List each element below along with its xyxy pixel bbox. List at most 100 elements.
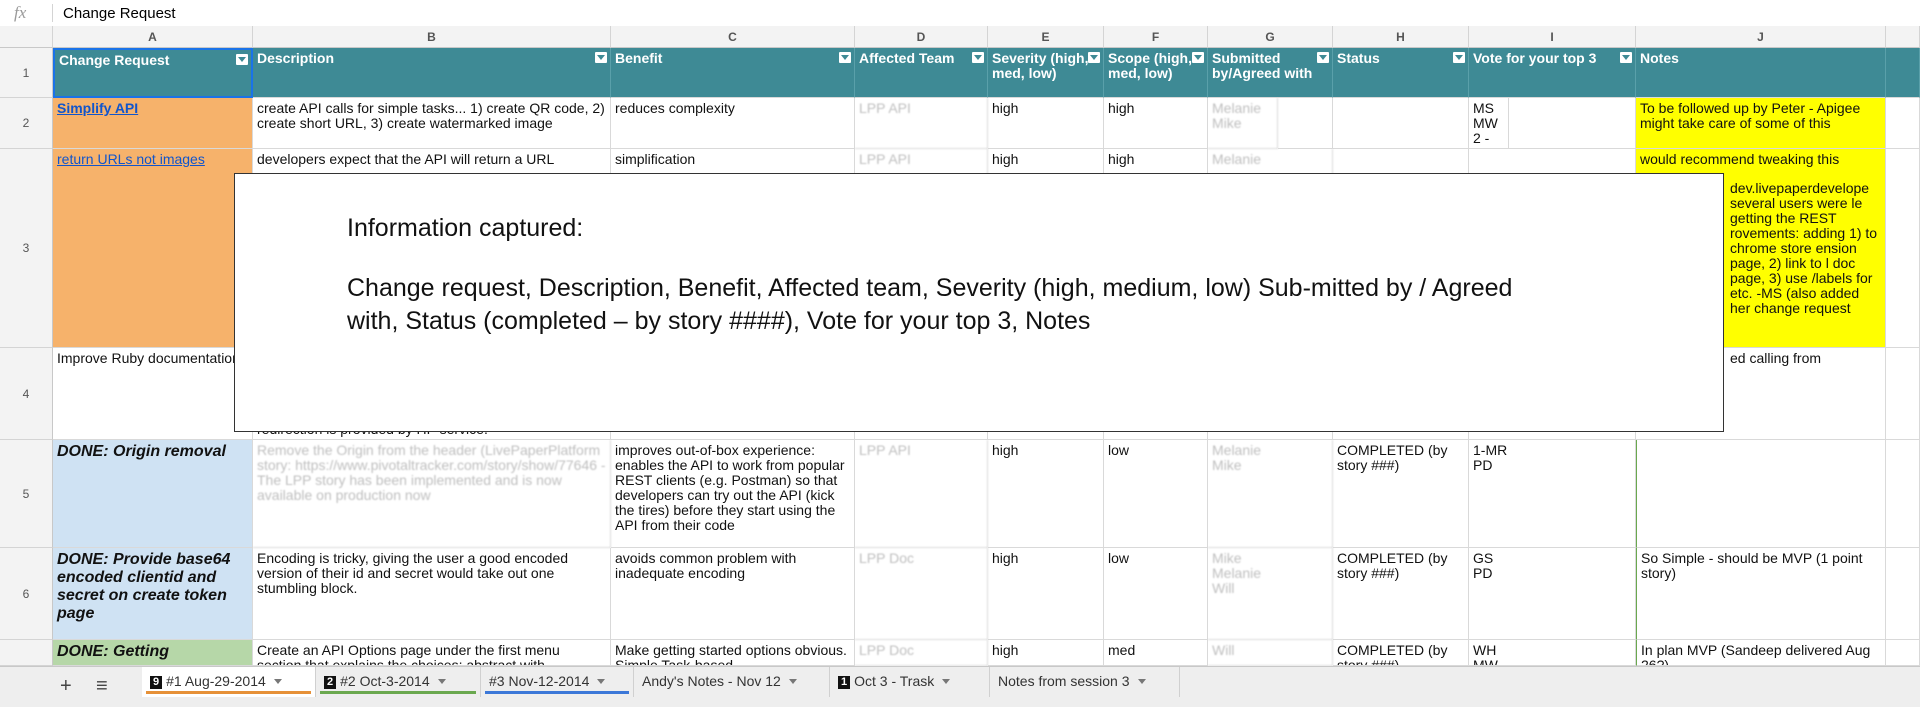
chevron-down-icon[interactable] xyxy=(273,679,282,684)
header-status[interactable]: Status xyxy=(1333,48,1469,98)
cell-j6[interactable]: So Simple - should be MVP (1 point story… xyxy=(1636,548,1886,640)
cell-g5[interactable]: Melanie Mike xyxy=(1208,440,1333,548)
header-change-request[interactable]: Change Request xyxy=(53,48,253,98)
cell-d7[interactable]: LPP Doc xyxy=(855,640,988,666)
row-number-5[interactable]: 5 xyxy=(0,440,53,548)
sheet-tab-6[interactable]: Notes from session 3 xyxy=(990,667,1180,697)
cell-c2[interactable]: reduces complexity xyxy=(611,98,855,149)
header-severity[interactable]: Severity (high, med, low) xyxy=(988,48,1104,98)
column-header-g[interactable]: G xyxy=(1208,26,1333,48)
filter-dropdown-icon[interactable] xyxy=(1192,52,1204,63)
cell-a5[interactable]: DONE: Origin removal xyxy=(53,440,253,548)
cell-g6[interactable]: Mike Melanie Will xyxy=(1208,548,1333,640)
cell-d6[interactable]: LPP Doc xyxy=(855,548,988,640)
filter-dropdown-icon[interactable] xyxy=(972,52,984,63)
row-number-7[interactable] xyxy=(0,640,53,666)
filter-dropdown-icon[interactable] xyxy=(1620,52,1632,63)
cell-a6[interactable]: DONE: Provide base64 encoded clientid an… xyxy=(53,548,253,640)
row-number-6[interactable]: 6 xyxy=(0,548,53,640)
cell-k7[interactable] xyxy=(1886,640,1920,666)
cell-i6[interactable]: GS PD xyxy=(1469,548,1636,640)
header-benefit[interactable]: Benefit xyxy=(611,48,855,98)
cell-f6[interactable]: low xyxy=(1104,548,1208,640)
cell-h7[interactable]: COMPLETED (by story ###) xyxy=(1333,640,1469,666)
add-sheet-button[interactable]: + xyxy=(60,675,72,698)
cell-e7[interactable]: high xyxy=(988,640,1104,666)
header-scope[interactable]: Scope (high, med, low) xyxy=(1104,48,1208,98)
cell-g7[interactable]: Will xyxy=(1208,640,1333,666)
formula-value[interactable]: Change Request xyxy=(63,5,176,22)
column-header-k[interactable] xyxy=(1886,26,1920,48)
cell-k5[interactable] xyxy=(1886,440,1920,548)
column-header-j[interactable]: J xyxy=(1636,26,1886,48)
change-request-link[interactable]: return URLs not images xyxy=(57,151,205,167)
cell-f2[interactable]: high xyxy=(1104,98,1208,149)
cell-f5[interactable]: low xyxy=(1104,440,1208,548)
header-submitted[interactable]: Submitted by/Agreed with xyxy=(1208,48,1333,98)
header-empty[interactable] xyxy=(1886,48,1920,98)
cell-k3[interactable] xyxy=(1886,149,1920,348)
cell-b6[interactable]: Encoding is tricky, giving the user a go… xyxy=(253,548,611,640)
column-header-d[interactable]: D xyxy=(855,26,988,48)
column-header-f[interactable]: F xyxy=(1104,26,1208,48)
column-header-i[interactable]: I xyxy=(1469,26,1636,48)
change-request-link[interactable]: Simplify API xyxy=(57,100,138,116)
sheet-tab-4[interactable]: Andy's Notes - Nov 12 xyxy=(634,667,830,697)
cell-d2[interactable]: LPP API xyxy=(855,98,988,149)
cell-h2[interactable] xyxy=(1333,98,1469,149)
filter-dropdown-icon[interactable] xyxy=(1088,52,1100,63)
select-all-corner[interactable] xyxy=(0,26,53,48)
row-number-1[interactable]: 1 xyxy=(0,48,53,98)
column-header-c[interactable]: C xyxy=(611,26,855,48)
cell-h6[interactable]: COMPLETED (by story ###) xyxy=(1333,548,1469,640)
header-notes[interactable]: Notes xyxy=(1636,48,1886,98)
column-header-h[interactable]: H xyxy=(1333,26,1469,48)
cell-g2[interactable]: Melanie Mike xyxy=(1208,98,1278,149)
cell-k6[interactable] xyxy=(1886,548,1920,640)
filter-dropdown-icon[interactable] xyxy=(839,52,851,63)
cell-a7[interactable]: DONE: Getting xyxy=(53,640,253,666)
sheet-tab-5[interactable]: 1 Oct 3 - Trask xyxy=(830,667,990,697)
filter-dropdown-icon[interactable] xyxy=(595,52,607,63)
filter-dropdown-icon[interactable] xyxy=(236,54,248,65)
cell-c5[interactable]: improves out-of-box experience: enables … xyxy=(611,440,855,548)
sheet-tab-3[interactable]: #3 Nov-12-2014 xyxy=(481,667,634,697)
cell-c6[interactable]: avoids common problem with inadequate en… xyxy=(611,548,855,640)
cell-b2[interactable]: create API calls for simple tasks... 1) … xyxy=(253,98,611,149)
row-number-3[interactable]: 3 xyxy=(0,149,53,348)
sheet-tab-1[interactable]: 9 #1 Aug-29-2014 xyxy=(142,667,316,697)
cell-c7[interactable]: Make getting started options obvious. Si… xyxy=(611,640,855,666)
filter-dropdown-icon[interactable] xyxy=(1317,52,1329,63)
cell-f7[interactable]: med xyxy=(1104,640,1208,666)
header-affected-team[interactable]: Affected Team xyxy=(855,48,988,98)
column-header-e[interactable]: E xyxy=(988,26,1104,48)
column-header-a[interactable]: A xyxy=(53,26,253,48)
cell-b7[interactable]: Create an API Options page under the fir… xyxy=(253,640,611,666)
cell-b5[interactable]: Remove the Origin from the header (LiveP… xyxy=(253,440,611,548)
cell-a3[interactable]: return URLs not images xyxy=(53,149,253,348)
chevron-down-icon[interactable] xyxy=(788,679,797,684)
row-number-4[interactable]: 4 xyxy=(0,348,53,440)
row-number-2[interactable]: 2 xyxy=(0,98,53,149)
cell-j7[interactable]: In plan MVP (Sandeep delivered Aug 26?) xyxy=(1636,640,1886,666)
cell-j2[interactable]: To be followed up by Peter - Apigee migh… xyxy=(1636,98,1886,149)
cell-j5[interactable] xyxy=(1636,440,1886,548)
cell-i2[interactable]: MS MW 2 - AS xyxy=(1469,98,1509,149)
cell-h5[interactable]: COMPLETED (by story ###) xyxy=(1333,440,1469,548)
header-vote[interactable]: Vote for your top 3 xyxy=(1469,48,1636,98)
cell-a4[interactable]: Improve Ruby documentation xyxy=(53,348,253,440)
header-description[interactable]: Description xyxy=(253,48,611,98)
cell-i7[interactable]: WH MW xyxy=(1469,640,1636,666)
chevron-down-icon[interactable] xyxy=(437,679,446,684)
chevron-down-icon[interactable] xyxy=(597,679,606,684)
cell-a2[interactable]: Simplify API xyxy=(53,98,253,149)
column-header-b[interactable]: B xyxy=(253,26,611,48)
cell-k2[interactable] xyxy=(1886,98,1920,149)
filter-dropdown-icon[interactable] xyxy=(1453,52,1465,63)
cell-e2[interactable]: high xyxy=(988,98,1104,149)
chevron-down-icon[interactable] xyxy=(1137,679,1146,684)
sheet-list-icon[interactable]: ≡ xyxy=(96,675,108,698)
cell-k4[interactable] xyxy=(1886,348,1920,440)
cell-d5[interactable]: LPP API xyxy=(855,440,988,548)
cell-e6[interactable]: high xyxy=(988,548,1104,640)
